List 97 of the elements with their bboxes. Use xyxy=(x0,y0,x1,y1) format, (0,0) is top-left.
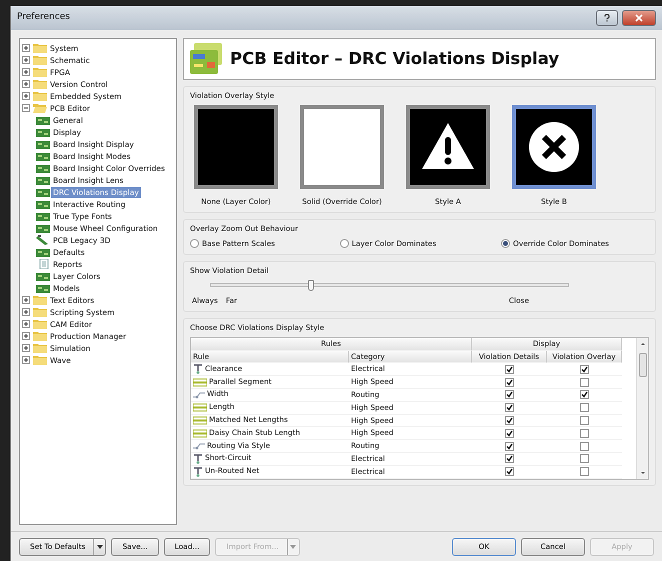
plus-icon xyxy=(23,321,29,327)
folder-icon xyxy=(33,43,47,53)
checkbox[interactable] xyxy=(580,467,589,476)
slider-thumb[interactable] xyxy=(308,280,314,291)
checkbox[interactable] xyxy=(505,378,514,387)
expand-toggle[interactable] xyxy=(22,320,30,328)
expand-toggle[interactable] xyxy=(22,68,30,76)
folder-icon xyxy=(33,79,47,89)
folder-icon xyxy=(33,91,47,101)
scroll-thumb[interactable] xyxy=(638,352,646,377)
board-icon xyxy=(36,176,50,184)
scroll-up-icon[interactable] xyxy=(640,340,646,347)
checkbox[interactable] xyxy=(580,378,589,387)
style-option[interactable] xyxy=(194,105,278,190)
checkbox[interactable] xyxy=(580,442,589,451)
board-icon xyxy=(36,128,50,136)
board-icon xyxy=(36,212,50,220)
collapse-toggle[interactable] xyxy=(22,104,30,112)
radio-button[interactable] xyxy=(340,239,349,248)
expand-toggle[interactable] xyxy=(22,80,30,88)
scrollbar[interactable] xyxy=(636,338,648,479)
expand-toggle[interactable] xyxy=(22,344,30,352)
bars-icon xyxy=(193,416,207,425)
board-icon xyxy=(36,224,50,232)
folder-icon xyxy=(33,343,47,353)
window-title: Preferences xyxy=(17,11,70,24)
checkbox[interactable] xyxy=(580,403,589,412)
board-icon xyxy=(36,272,50,280)
help-icon xyxy=(603,14,611,22)
page-title: PCB Editor – DRC Violations Display xyxy=(230,48,560,70)
folder-icon xyxy=(33,331,47,341)
chip-icon xyxy=(36,235,50,245)
probe-icon xyxy=(193,466,203,477)
folder-icon xyxy=(33,103,47,113)
folder-icon xyxy=(33,355,47,365)
track-icon xyxy=(193,442,205,450)
folder-icon xyxy=(33,307,47,317)
caret-icon xyxy=(96,544,103,548)
expand-toggle[interactable] xyxy=(22,56,30,64)
expand-toggle[interactable] xyxy=(22,308,30,316)
folder-icon xyxy=(33,295,47,305)
board-icon xyxy=(36,152,50,160)
checkbox[interactable] xyxy=(580,390,589,400)
radio-button[interactable] xyxy=(190,239,199,248)
plus-icon xyxy=(23,333,29,339)
board-icon xyxy=(36,164,50,172)
plus-icon xyxy=(23,69,29,75)
expand-toggle[interactable] xyxy=(22,332,30,340)
style-option[interactable] xyxy=(406,105,490,190)
plus-icon xyxy=(23,357,29,363)
style-option[interactable] xyxy=(512,105,596,190)
plus-icon xyxy=(23,45,29,51)
checkbox[interactable] xyxy=(505,467,514,476)
bars-icon xyxy=(193,428,207,438)
checkbox[interactable] xyxy=(580,428,589,438)
minus-icon xyxy=(23,105,29,111)
close-button[interactable] xyxy=(622,10,656,26)
track-icon xyxy=(193,390,205,399)
plus-icon xyxy=(23,57,29,63)
bars-icon xyxy=(193,403,207,412)
board-icon xyxy=(36,284,50,292)
bars-icon xyxy=(193,378,207,387)
checkbox[interactable] xyxy=(505,442,514,451)
checkbox[interactable] xyxy=(505,454,514,464)
help-button[interactable] xyxy=(596,10,618,26)
checkbox[interactable] xyxy=(505,428,514,438)
close-icon xyxy=(635,14,643,22)
checkbox[interactable] xyxy=(580,364,589,374)
probe-icon xyxy=(193,364,203,374)
checkbox[interactable] xyxy=(580,416,589,425)
folder-icon xyxy=(33,319,47,329)
board-icon xyxy=(36,188,50,196)
probe-icon xyxy=(193,454,203,464)
expand-toggle[interactable] xyxy=(22,296,30,304)
plus-icon xyxy=(23,309,29,315)
checkbox[interactable] xyxy=(505,390,514,400)
checkbox[interactable] xyxy=(580,454,589,464)
radio-button[interactable] xyxy=(501,239,510,248)
expand-toggle[interactable] xyxy=(22,92,30,100)
board-icon xyxy=(36,200,50,208)
checkbox[interactable] xyxy=(505,403,514,412)
caret-icon xyxy=(290,544,296,548)
plus-icon xyxy=(23,345,29,351)
scroll-down-icon[interactable] xyxy=(640,470,646,476)
plus-icon xyxy=(23,81,29,87)
folder-icon xyxy=(33,55,47,65)
expand-toggle[interactable] xyxy=(22,44,30,52)
checkbox[interactable] xyxy=(505,416,514,425)
expand-toggle[interactable] xyxy=(22,356,30,364)
board-icon xyxy=(36,140,50,148)
plus-icon xyxy=(23,297,29,303)
board-icon xyxy=(36,248,50,256)
board-icon xyxy=(188,42,224,76)
folder-icon xyxy=(33,67,47,77)
board-icon xyxy=(36,116,50,124)
checkbox[interactable] xyxy=(505,364,514,374)
plus-icon xyxy=(23,93,29,99)
